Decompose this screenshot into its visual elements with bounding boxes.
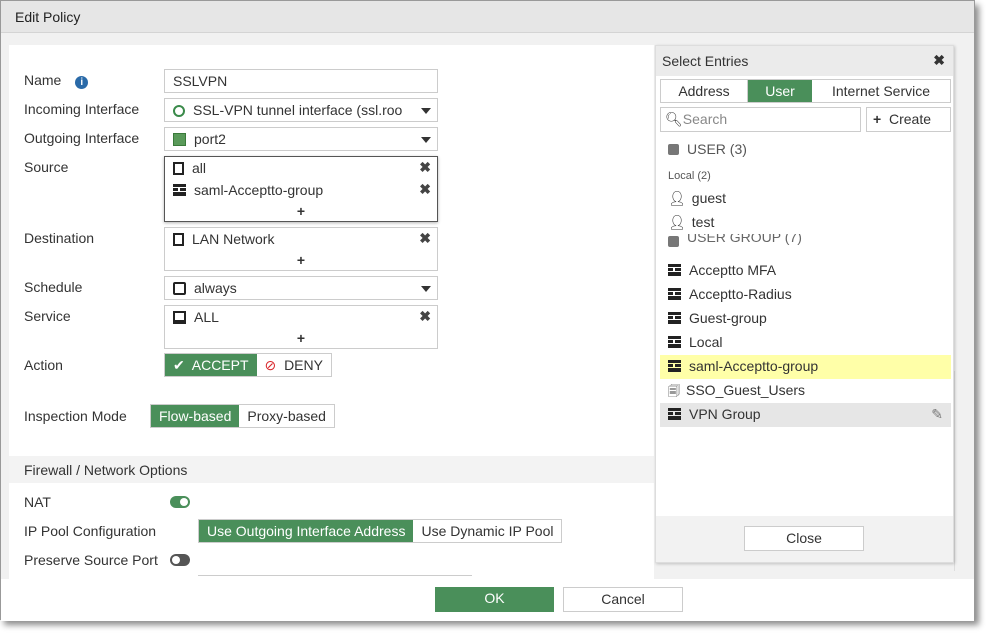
user-group-icon — [668, 312, 681, 324]
chevron-down-icon — [421, 108, 431, 114]
ip-pool-toggle: Use Outgoing Interface Address Use Dynam… — [198, 519, 563, 543]
remove-icon[interactable]: ✖ — [419, 230, 431, 247]
collapse-icon — [668, 236, 679, 247]
firewall-network-options-header: Firewall / Network Options — [9, 456, 654, 483]
user-group-icon — [668, 264, 681, 276]
search-input[interactable]: 🔍︎Search — [660, 107, 861, 132]
chevron-down-icon — [421, 286, 431, 292]
panel-header: Select Entries ✖ — [656, 46, 953, 76]
deny-button[interactable]: ⊘ DENY — [257, 354, 331, 376]
user-group-icon — [668, 336, 681, 348]
ssl-vpn-icon — [173, 105, 185, 117]
accept-button[interactable]: ✔ ACCEPT — [165, 354, 257, 376]
user-icon: 👤︎ — [668, 214, 686, 230]
list-item[interactable]: Acceptto MFA — [660, 259, 951, 283]
panel-footer: Close — [656, 516, 953, 562]
source-entry: saml-Acceptto-group ✖ — [165, 179, 437, 201]
user-icon: 👤︎ — [668, 190, 686, 206]
flow-based-button[interactable]: Flow-based — [151, 405, 240, 427]
list-item[interactable]: 👤︎ test — [660, 211, 951, 235]
dialog-footer: OK Cancel — [1, 579, 974, 621]
port-icon — [173, 133, 186, 146]
nat-toggle[interactable] — [170, 496, 190, 508]
name-input[interactable]: SSLVPN — [164, 69, 438, 93]
list-item[interactable]: 👤︎ guest — [660, 187, 951, 211]
edit-pencil-icon[interactable]: ✎ — [931, 406, 943, 423]
source-label: Source — [24, 159, 69, 175]
schedule-label: Schedule — [24, 279, 83, 295]
schedule-select[interactable]: always — [164, 276, 438, 300]
remove-icon[interactable]: ✖ — [419, 308, 431, 325]
nat-label: NAT — [24, 494, 51, 510]
action-label: Action — [24, 357, 63, 373]
incoming-interface-label: Incoming Interface — [24, 101, 140, 117]
add-destination-button[interactable]: + — [165, 250, 437, 270]
preserve-source-port-toggle[interactable] — [170, 554, 190, 566]
chevron-down-icon — [421, 137, 431, 143]
close-button[interactable]: Close — [744, 526, 864, 551]
user-group-icon — [173, 184, 186, 196]
add-source-button[interactable]: + — [165, 201, 437, 221]
address-icon — [173, 162, 184, 175]
use-outgoing-interface-button[interactable]: Use Outgoing Interface Address — [199, 520, 414, 542]
sso-group-icon: 🗐 — [668, 384, 680, 398]
remove-icon[interactable]: ✖ — [419, 159, 431, 176]
cancel-button[interactable]: Cancel — [563, 587, 683, 612]
entry-type-tabs: Address User Internet Service — [660, 79, 951, 103]
destination-label: Destination — [24, 230, 95, 246]
add-service-button[interactable]: + — [165, 328, 437, 348]
user-group-icon — [668, 408, 681, 420]
incoming-interface-select[interactable]: SSL-VPN tunnel interface (ssl.roo — [164, 98, 438, 122]
source-entry: all ✖ — [165, 157, 437, 179]
service-entry: ALL ✖ — [165, 306, 437, 328]
close-icon[interactable]: ✖ — [933, 52, 945, 69]
user-group-category-header[interactable]: USER GROUP (7) — [660, 234, 951, 248]
source-field[interactable]: all ✖ saml-Acceptto-group ✖ + — [164, 156, 438, 222]
proxy-based-button[interactable]: Proxy-based — [239, 405, 334, 427]
destination-field[interactable]: LAN Network ✖ + — [164, 227, 438, 271]
service-label: Service — [24, 308, 71, 324]
service-icon — [173, 311, 186, 324]
remove-icon[interactable]: ✖ — [419, 181, 431, 198]
action-toggle: ✔ ACCEPT ⊘ DENY — [164, 353, 332, 377]
list-item[interactable]: Acceptto-Radius — [660, 283, 951, 307]
list-item[interactable]: Guest-group — [660, 307, 951, 331]
list-item[interactable]: 🗐 SSO_Guest_Users — [660, 379, 951, 403]
check-icon: ✔ — [173, 357, 185, 373]
user-category-header[interactable]: USER (3) — [660, 138, 951, 162]
ok-button[interactable]: OK — [435, 587, 554, 612]
tab-internet-service[interactable]: Internet Service — [812, 80, 950, 102]
dialog-title: Edit Policy — [1, 1, 974, 33]
policy-form: Name i SSLVPN Incoming Interface SSL-VPN… — [9, 45, 654, 579]
edit-policy-dialog: Edit Policy Name i SSLVPN Incoming Inter… — [0, 0, 975, 621]
schedule-icon — [173, 282, 186, 295]
plus-icon: + — [873, 111, 882, 127]
user-group-icon — [668, 360, 681, 372]
list-item[interactable]: Local — [660, 331, 951, 355]
collapse-icon — [668, 144, 679, 155]
ip-pool-label: IP Pool Configuration — [24, 523, 157, 539]
use-dynamic-ip-pool-button[interactable]: Use Dynamic IP Pool — [413, 520, 561, 542]
create-button[interactable]: + Create — [866, 107, 951, 132]
search-icon: 🔍︎ — [665, 111, 683, 127]
info-icon[interactable]: i — [75, 76, 89, 89]
outgoing-interface-label: Outgoing Interface — [24, 130, 140, 146]
background-chart — [954, 371, 974, 571]
inspection-mode-toggle: Flow-based Proxy-based — [150, 404, 335, 428]
destination-entry: LAN Network ✖ — [165, 228, 437, 250]
select-entries-panel: Select Entries ✖ Address User Internet S… — [655, 45, 954, 563]
list-item-selected[interactable]: saml-Acceptto-group — [660, 355, 951, 379]
tab-user[interactable]: User — [748, 80, 812, 102]
address-icon — [173, 233, 184, 246]
tab-address[interactable]: Address — [661, 80, 748, 102]
name-label: Name i — [24, 72, 89, 89]
service-field[interactable]: ALL ✖ + — [164, 305, 438, 349]
preserve-source-port-label: Preserve Source Port — [24, 552, 158, 568]
user-group-icon — [668, 288, 681, 300]
deny-icon: ⊘ — [264, 357, 277, 373]
inspection-mode-label: Inspection Mode — [24, 408, 127, 424]
list-item-hovered[interactable]: VPN Group ✎ — [660, 403, 951, 427]
outgoing-interface-select[interactable]: port2 — [164, 127, 438, 151]
